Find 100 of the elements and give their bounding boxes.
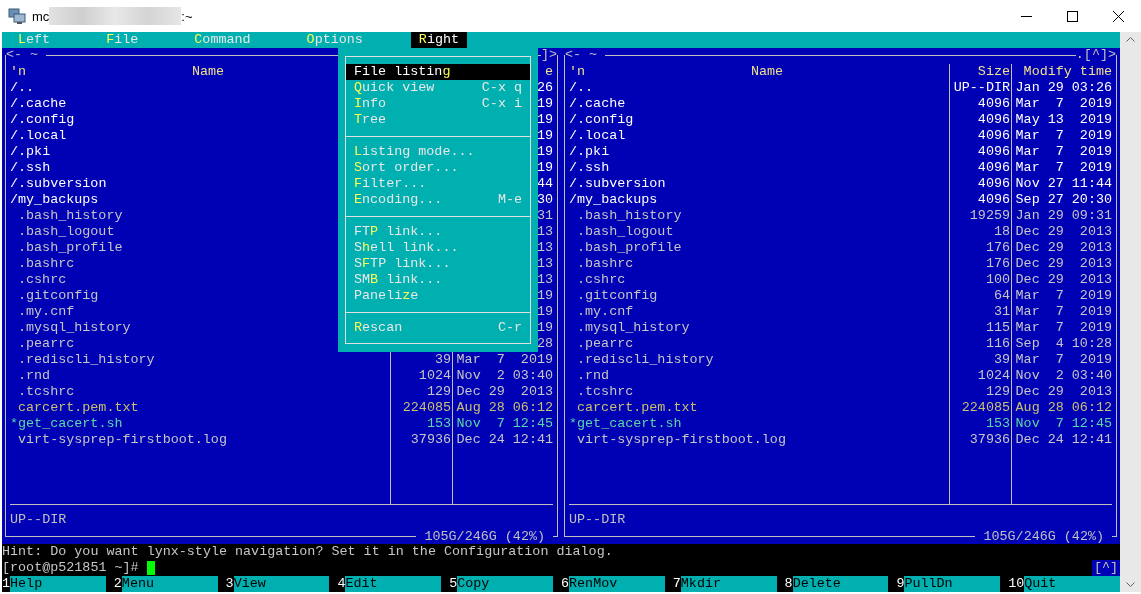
file-name[interactable]: .bash_history [577,208,682,223]
history-marker[interactable]: [^] [1091,560,1120,576]
modify-time: 31 [536,208,553,223]
file-name[interactable]: /my_backups [10,192,99,207]
modify-time: Mar 7 2019 [456,352,553,367]
file-name[interactable]: .pearrc [18,336,75,351]
file-name[interactable]: .tcshrc [18,384,75,399]
modify-time: 19 [536,96,553,111]
file-name[interactable]: /.pki [10,144,51,159]
modify-time: 30 [536,192,553,207]
file-name[interactable]: /my_backups [569,192,658,207]
file-name[interactable]: /.. [10,80,35,95]
file-name[interactable]: .bash_logout [577,224,674,239]
file-name[interactable]: .bashrc [18,256,75,271]
file-size: 115 [985,320,1010,335]
column-header[interactable]: Modify time [1023,64,1112,79]
file-name[interactable]: .my.cnf [577,304,634,319]
file-name[interactable]: /.subversion [569,176,666,191]
modify-time: Mar 7 2019 [1015,96,1112,111]
file-size: 4096 [977,176,1010,191]
file-name[interactable]: .gitconfig [18,288,99,303]
computer-icon [8,8,26,24]
function-key[interactable]: 10Quit [1008,576,1120,592]
modify-time: Dec 29 2013 [456,384,553,399]
file-name[interactable]: /.pki [569,144,610,159]
file-size: 4096 [977,128,1010,143]
menu-option[interactable]: File listing [346,64,530,80]
file-size: 153 [985,416,1010,431]
file-size: 64 [993,288,1010,303]
file-name[interactable]: virt-sysprep-firstboot.log [577,432,786,447]
file-name[interactable]: /.subversion [10,176,107,191]
modify-time: 19 [536,304,553,319]
column-header[interactable]: e [544,64,553,79]
file-name[interactable]: .gitconfig [577,288,658,303]
file-name[interactable]: .cshrc [18,272,67,287]
file-name[interactable]: virt-sysprep-firstboot.log [18,432,227,447]
file-name[interactable]: /.cache [10,96,67,111]
file-name[interactable]: .bash_profile [18,240,123,255]
modify-time: 13 [536,224,553,239]
sort-indicator[interactable]: 'n [10,64,27,80]
file-name[interactable]: /.config [10,112,75,127]
sort-indicator[interactable]: 'n [569,64,586,80]
disk-usage: 105G/246G (42%) [416,530,553,544]
file-name[interactable]: .bash_history [18,208,123,223]
modify-time: 13 [536,256,553,271]
file-name[interactable]: .rediscli_history [18,352,155,367]
file-name[interactable]: /.config [569,112,634,127]
modify-time: Jan 29 09:31 [1015,208,1112,223]
file-name[interactable]: *get_cacert.sh [569,416,682,431]
file-name[interactable]: carcert.pem.txt [577,400,698,415]
panel-controls[interactable]: ]> [540,48,557,62]
modify-time: Sep 27 20:30 [1015,192,1112,207]
file-size: 4096 [977,112,1010,127]
file-name[interactable]: /.ssh [10,160,51,175]
file-name[interactable]: /.. [569,80,594,95]
modify-time: Mar 7 2019 [1015,304,1112,319]
text-cursor [146,561,155,575]
scrollbar[interactable] [1120,32,1141,592]
file-name[interactable]: .bashrc [577,256,634,271]
modify-time: 28 [536,336,553,351]
file-name[interactable]: .bash_logout [18,224,115,239]
modify-time: 19 [536,112,553,127]
modify-time: Dec 24 12:41 [456,432,553,447]
file-name[interactable]: .cshrc [577,272,626,287]
modify-time: Aug 28 06:12 [456,400,553,415]
file-name[interactable]: *get_cacert.sh [10,416,123,431]
file-name[interactable]: /.local [10,128,67,143]
file-name[interactable]: .my.cnf [18,304,75,319]
modify-time: 19 [536,160,553,175]
column-header[interactable]: Name [750,64,784,79]
modify-time: Dec 29 2013 [1015,240,1112,255]
modify-time: 13 [536,240,553,255]
modify-time: Mar 7 2019 [1015,352,1112,367]
modify-time: Mar 7 2019 [1015,160,1112,175]
file-name[interactable]: .mysql_history [577,320,690,335]
file-name[interactable]: .pearrc [577,336,634,351]
column-header[interactable]: Size [977,64,1010,79]
file-size: 39 [993,352,1010,367]
modify-time: 44 [536,176,553,191]
column-header[interactable]: Name [191,64,225,79]
modify-time: 26 [536,80,553,95]
file-name[interactable]: .mysql_history [18,320,131,335]
file-name[interactable]: carcert.pem.txt [18,400,139,415]
file-size: 176 [985,256,1010,271]
file-name[interactable]: .rnd [18,368,51,383]
file-name[interactable]: /.cache [569,96,626,111]
file-size: 19259 [969,208,1010,223]
file-name[interactable]: .rnd [577,368,610,383]
window-title: :~ [181,8,193,24]
file-name[interactable]: .tcshrc [577,384,634,399]
file-name[interactable]: /.ssh [569,160,610,175]
file-name[interactable]: .bash_profile [577,240,682,255]
file-name[interactable]: /.local [569,128,626,143]
file-size: 1024 [418,368,451,383]
panel-controls[interactable]: .[^]> [1075,48,1116,62]
modify-time: Aug 28 06:12 [1015,400,1112,415]
file-name[interactable]: .rediscli_history [577,352,714,367]
modify-time: Sep 4 10:28 [1015,336,1112,351]
modify-time: 19 [536,144,553,159]
menu-item[interactable]: Right [410,32,468,48]
